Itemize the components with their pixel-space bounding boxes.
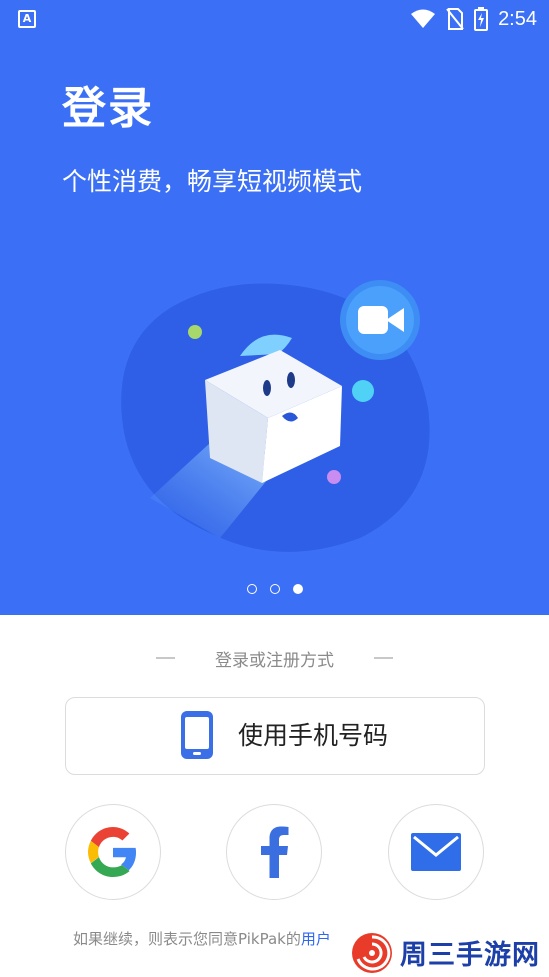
facebook-login-button[interactable] <box>226 804 322 900</box>
carousel-dot-active[interactable] <box>292 584 303 594</box>
status-time: 2:54 <box>498 7 537 30</box>
page-subtitle: 个性消费，畅享短视频模式 <box>62 167 363 196</box>
watermark-logo-icon <box>352 932 392 973</box>
battery-charging-icon <box>474 7 489 31</box>
carousel-dot[interactable] <box>269 584 280 594</box>
watermark: 周三手游网 <box>350 928 549 977</box>
phone-login-button[interactable]: 使用手机号码 <box>65 697 485 775</box>
page-title: 登录 <box>62 83 154 134</box>
keyboard-indicator-icon: A <box>18 10 36 28</box>
google-icon <box>88 827 137 877</box>
user-agreement-link[interactable]: 用户 <box>301 930 331 948</box>
decor-dot-green <box>188 325 202 339</box>
wifi-icon <box>411 9 436 28</box>
no-sim-icon <box>446 8 464 30</box>
mobile-phone-icon <box>181 711 213 759</box>
mail-icon <box>411 833 461 871</box>
terms-notice: 如果继续，则表示您同意PikPak的用户 <box>73 928 331 949</box>
terms-text: 如果继续，则表示您同意PikPak的 <box>73 930 301 948</box>
divider-line <box>374 657 393 659</box>
hero-banner: A 2:54 登录 个性消费，畅享短视频模式 <box>0 0 549 615</box>
email-login-button[interactable] <box>388 804 484 900</box>
carousel-indicator <box>0 584 549 594</box>
login-method-label: 登录或注册方式 <box>215 650 334 671</box>
hero-illustration <box>121 280 430 552</box>
decor-dot-pink <box>327 470 341 484</box>
login-method-divider: 登录或注册方式 <box>0 644 549 672</box>
watermark-text: 周三手游网 <box>400 940 540 971</box>
carousel-dot[interactable] <box>246 584 257 594</box>
facebook-icon <box>261 826 289 878</box>
phone-login-label: 使用手机号码 <box>238 721 389 750</box>
status-icons: 2:54 <box>410 6 537 32</box>
divider-line <box>156 657 175 659</box>
google-login-button[interactable] <box>65 804 161 900</box>
decor-dot-cyan <box>352 380 374 402</box>
status-bar: A 2:54 <box>0 0 549 38</box>
video-camera-badge-icon <box>340 280 420 360</box>
